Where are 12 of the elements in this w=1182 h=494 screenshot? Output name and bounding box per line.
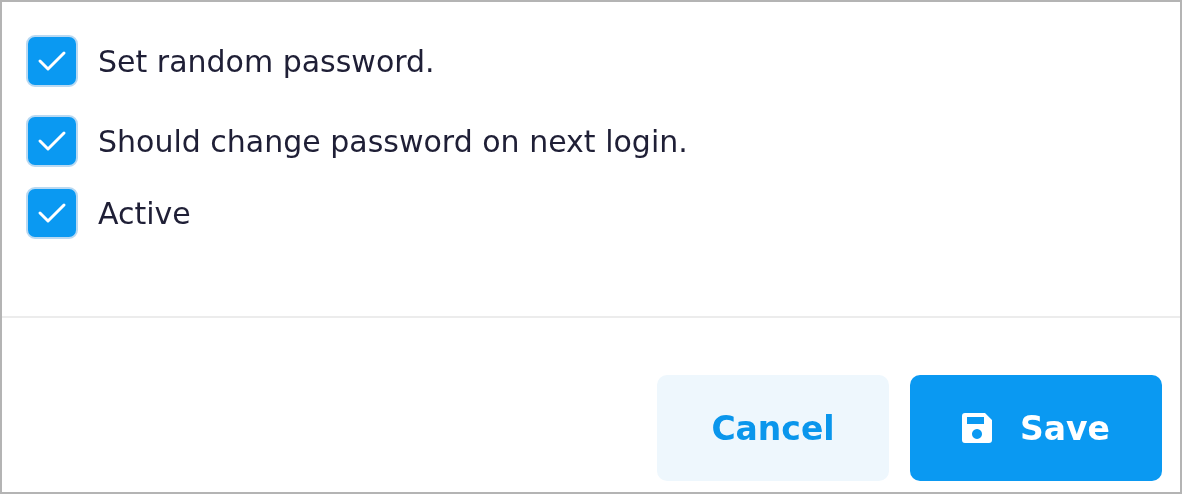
save-icon xyxy=(962,413,993,443)
cancel-button[interactable]: Cancel xyxy=(657,375,889,481)
check-icon xyxy=(37,129,67,153)
checkbox-label: Set random password. xyxy=(98,43,435,79)
checkbox[interactable] xyxy=(26,115,78,167)
checkbox[interactable] xyxy=(26,187,78,239)
checkbox-label: Active xyxy=(98,195,191,231)
check-icon xyxy=(37,201,67,225)
check-icon xyxy=(37,49,67,73)
checkbox-label: Should change password on next login. xyxy=(98,123,688,159)
save-button[interactable]: Save xyxy=(910,375,1162,481)
checkbox[interactable] xyxy=(26,35,78,87)
